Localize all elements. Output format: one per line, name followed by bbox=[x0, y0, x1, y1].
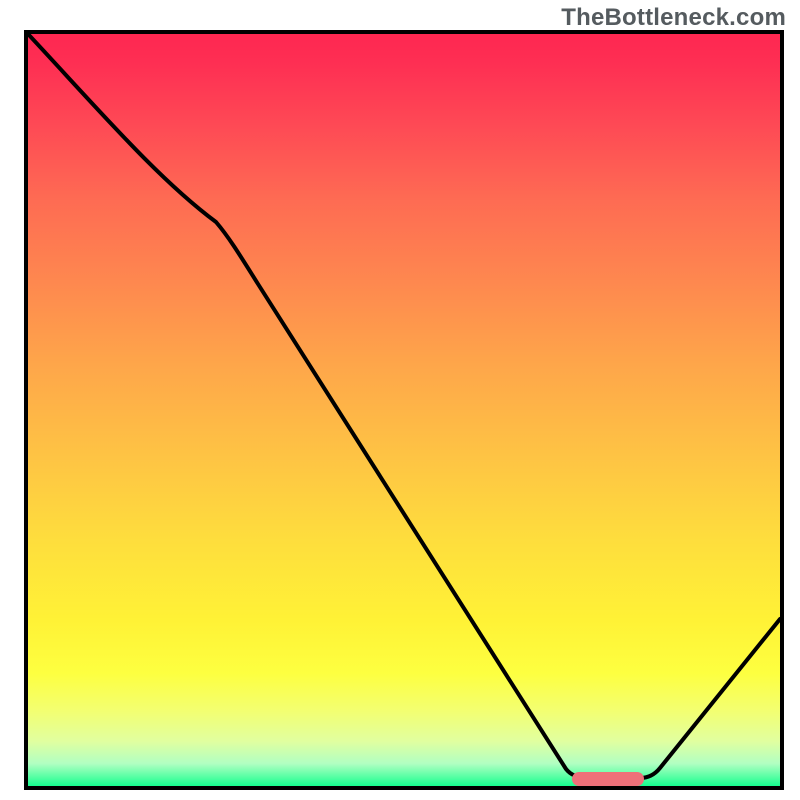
figure-root: TheBottleneck.com bbox=[0, 0, 800, 800]
plot-area bbox=[28, 34, 780, 786]
threshold-marker bbox=[572, 772, 644, 786]
curve-svg bbox=[28, 34, 780, 786]
watermark-text: TheBottleneck.com bbox=[561, 4, 786, 32]
plot-border bbox=[24, 30, 784, 790]
main-curve-path bbox=[28, 34, 780, 778]
